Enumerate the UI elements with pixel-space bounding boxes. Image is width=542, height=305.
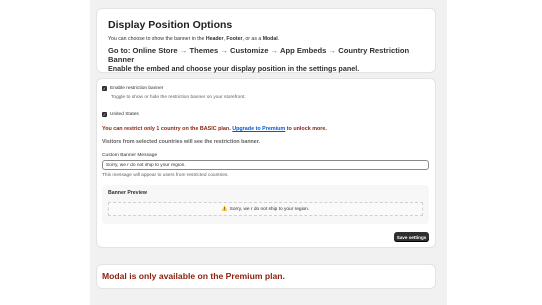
preview-banner: ⚠️ Sorry, we r do not ship to your regio… (108, 202, 423, 216)
visitors-note: Visitors from selected countries will se… (102, 139, 260, 145)
message-help: This message will appear to users from r… (102, 173, 229, 178)
arrow-icon: → (270, 46, 279, 55)
country-label[interactable]: United States (110, 112, 139, 117)
preview-text: Sorry, we r do not ship to your region. (229, 206, 310, 212)
intro-text: You can choose to show the banner in the… (108, 36, 280, 42)
modal-notice-card: Modal is only available on the Premium p… (97, 265, 435, 288)
arrow-icon: → (179, 46, 188, 55)
path-step: Online Store (132, 46, 178, 55)
checkbox-checked-icon[interactable]: ✓ (102, 86, 107, 91)
upgrade-link[interactable]: Upgrade to Premium (232, 126, 285, 132)
arrow-icon: → (220, 46, 228, 55)
banner-preview: Banner Preview ⚠️ Sorry, we r do not shi… (102, 185, 429, 224)
navigation-path: Go to: Online Store → Themes → Customize… (108, 46, 410, 64)
path-step: App Embeds (279, 46, 327, 55)
card-title: Display Position Options (108, 19, 233, 31)
save-settings-button[interactable]: Save settings (394, 232, 429, 242)
banner-message-input[interactable] (102, 160, 429, 170)
plan-limit-warning: You can restrict only 1 country on the B… (102, 126, 327, 132)
enable-banner-checkbox-row[interactable]: ✓ Enable restriction banner (102, 86, 163, 91)
warning-icon: ⚠️ (221, 206, 228, 212)
enable-banner-help: Toggle to show or hide the restriction b… (111, 95, 246, 100)
country-checkbox-row[interactable]: ✓ United States (102, 112, 139, 117)
arrow-icon: → (328, 46, 337, 55)
enable-instructions: Enable the embed and choose your display… (108, 64, 360, 73)
modal-premium-notice: Modal is only available on the Premium p… (102, 271, 285, 281)
settings-card: ✓ Enable restriction banner Toggle to sh… (97, 79, 435, 247)
enable-banner-label[interactable]: Enable restriction banner (110, 86, 163, 91)
display-position-card: Display Position Options You can choose … (97, 9, 435, 73)
path-step: Customize (230, 46, 269, 55)
checkbox-checked-icon[interactable]: ✓ (102, 112, 107, 117)
path-step: Themes (189, 46, 219, 55)
preview-title: Banner Preview (108, 190, 147, 196)
message-field-label: Custom Banner Message (102, 153, 158, 158)
